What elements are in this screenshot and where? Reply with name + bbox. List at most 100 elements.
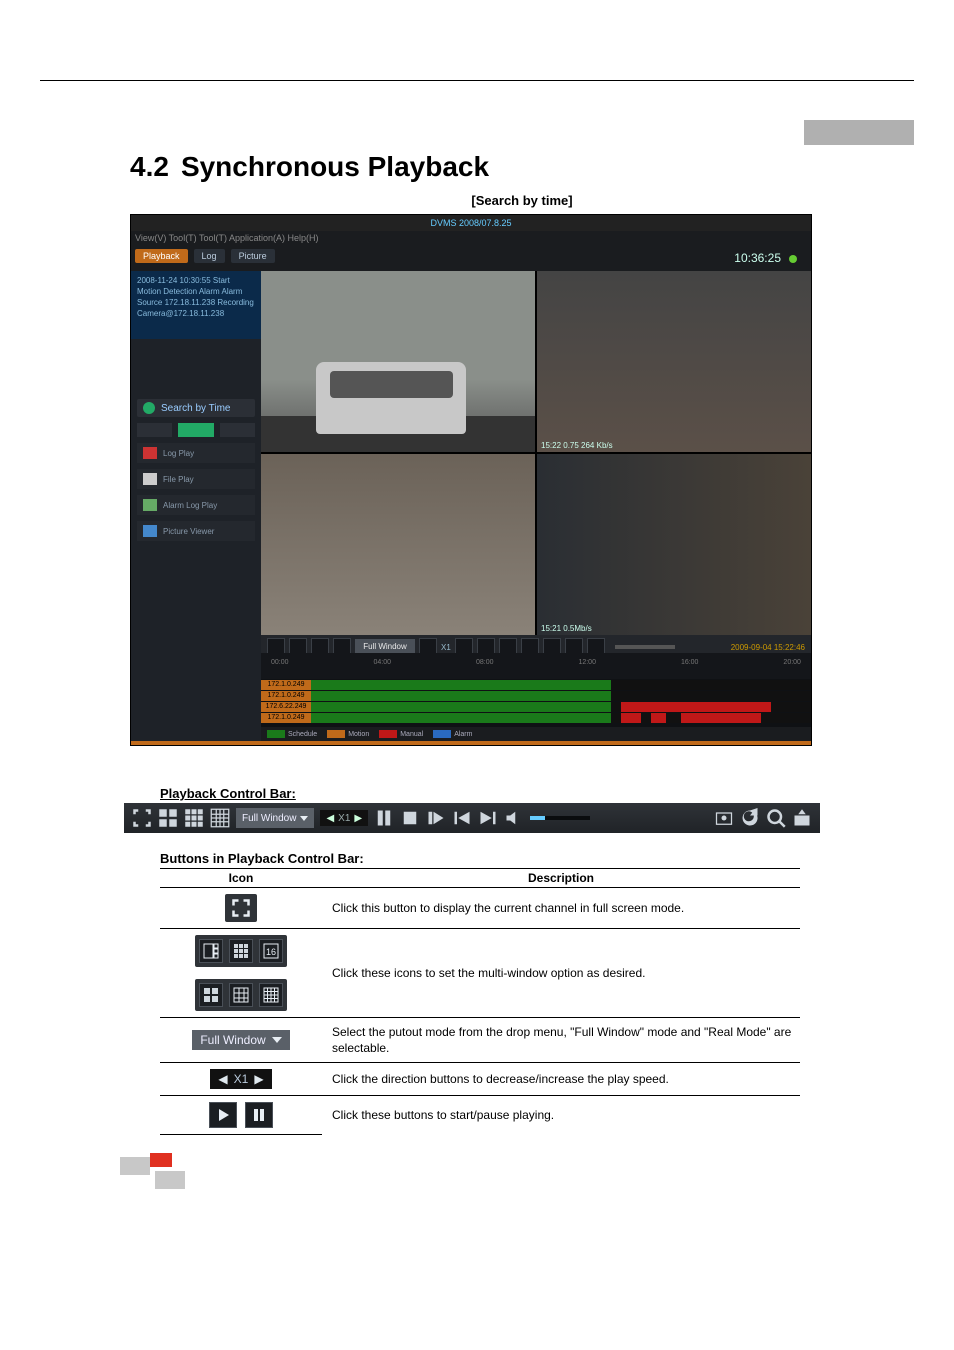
footer-marks bbox=[0, 1145, 954, 1195]
fullwindow-label: Full Window bbox=[200, 1033, 265, 1047]
app-tabs: Playback Log Picture bbox=[135, 249, 275, 263]
section-title: Synchronous Playback bbox=[181, 151, 489, 182]
arrow-right-icon[interactable]: ▶ bbox=[254, 1072, 263, 1086]
track-label: 172.1.0.249 bbox=[261, 691, 311, 701]
legend-label: Manual bbox=[400, 731, 423, 738]
app-menubar: View(V) Tool(T) Tool(T) Application(A) H… bbox=[135, 233, 319, 243]
play-pause-buttons bbox=[209, 1102, 273, 1128]
camera-grid: 15:22 0.75 264 Kb/s 15:21 0.5Mb/s bbox=[261, 271, 811, 635]
tick: 20:00 bbox=[783, 659, 801, 679]
sidebar-search-by-time[interactable]: Search by Time bbox=[137, 399, 255, 417]
row-desc: Click this button to display the current… bbox=[322, 888, 800, 929]
skip-start-icon[interactable] bbox=[452, 808, 472, 828]
ruler-now-label: 2009-09-04 15:22:46 bbox=[731, 643, 805, 652]
page-icon bbox=[143, 447, 157, 459]
legend-swatch bbox=[267, 730, 285, 738]
tick: 04:00 bbox=[373, 659, 391, 679]
sidebar-item-label: Picture Viewer bbox=[163, 527, 214, 536]
tab-log[interactable]: Log bbox=[194, 249, 225, 263]
camera-overlay: 15:22 0.75 264 Kb/s bbox=[541, 441, 613, 450]
globe-icon bbox=[143, 402, 155, 414]
sidebar-item-pictureviewer[interactable]: Picture Viewer bbox=[137, 521, 255, 541]
volume-slider[interactable] bbox=[530, 816, 590, 820]
tick: 08:00 bbox=[476, 659, 494, 679]
arrow-left-icon[interactable]: ◀ bbox=[326, 813, 334, 824]
footer-red-block bbox=[150, 1153, 172, 1167]
multiscreen-icons-row2 bbox=[195, 979, 287, 1011]
zoom-icon[interactable] bbox=[766, 808, 786, 828]
mute-icon[interactable] bbox=[504, 808, 524, 828]
page-icon bbox=[143, 499, 157, 511]
pause-icon[interactable] bbox=[245, 1102, 273, 1128]
sidebar-mini-buttons bbox=[137, 423, 255, 437]
sidebar-item-logplay[interactable]: Log Play bbox=[137, 443, 255, 463]
fullscreen-icon[interactable] bbox=[132, 808, 152, 828]
sidebar-event-text: 2008-11-24 10:30:55 Start Motion Detecti… bbox=[131, 271, 261, 339]
row-desc: Select the putout mode from the drop men… bbox=[322, 1018, 800, 1063]
track-label: 172.1.0.249 bbox=[261, 713, 311, 723]
speed-control[interactable]: ◀ X1 ▶ bbox=[320, 810, 368, 826]
layout-4x4-icon[interactable] bbox=[259, 983, 283, 1007]
arrow-left-icon[interactable]: ◀ bbox=[218, 1072, 227, 1086]
camera-1[interactable] bbox=[261, 271, 535, 452]
speed-label: X1 bbox=[338, 813, 350, 824]
section-heading: 4.2Synchronous Playback bbox=[130, 151, 914, 183]
stop-icon[interactable] bbox=[400, 808, 420, 828]
arrow-right-icon[interactable]: ▶ bbox=[354, 813, 362, 824]
pause-icon[interactable] bbox=[374, 808, 394, 828]
speed-control[interactable]: ◀ X1 ▶ bbox=[210, 1069, 271, 1089]
sidebar-item-label: File Play bbox=[163, 475, 194, 484]
sidebar-item-alarmlogplay[interactable]: Alarm Log Play bbox=[137, 495, 255, 515]
layout-1-3-icon[interactable] bbox=[199, 939, 223, 963]
play-icon[interactable] bbox=[209, 1102, 237, 1128]
row-desc: Click the direction buttons to decrease/… bbox=[322, 1063, 800, 1096]
table-row: Full Window Select the putout mode from … bbox=[160, 1018, 800, 1063]
th-description: Description bbox=[322, 869, 800, 888]
sidebar-item-label: Log Play bbox=[163, 449, 194, 458]
page-icon bbox=[143, 525, 157, 537]
timeline-tracks: 172.1.0.249 172.1.0.249 172.6.22.249 172… bbox=[261, 679, 811, 727]
app-sidebar: 2008-11-24 10:30:55 Start Motion Detecti… bbox=[131, 271, 261, 745]
sidebar-item-fileplay[interactable]: File Play bbox=[137, 469, 255, 489]
layout-3x3b-icon[interactable] bbox=[229, 983, 253, 1007]
legend-swatch bbox=[433, 730, 451, 738]
export-icon[interactable] bbox=[792, 808, 812, 828]
grid9-icon[interactable] bbox=[184, 808, 204, 828]
snapshot-icon[interactable] bbox=[714, 808, 734, 828]
buttons-table: Icon Description Click this button to di… bbox=[160, 868, 800, 1135]
grid4-icon[interactable] bbox=[158, 808, 178, 828]
svg-text:16: 16 bbox=[266, 947, 276, 957]
app-clock: 10:36:25 bbox=[734, 251, 781, 265]
fullscreen-icon[interactable] bbox=[225, 894, 257, 922]
timeline-ruler: 00:00 04:00 08:00 12:00 16:00 20:00 bbox=[261, 653, 811, 679]
fullwindow-label: Full Window bbox=[242, 813, 296, 824]
layout-2x2-icon[interactable] bbox=[199, 983, 223, 1007]
grid16-icon[interactable] bbox=[210, 808, 230, 828]
status-dot bbox=[789, 255, 797, 263]
legend-label: Schedule bbox=[288, 731, 317, 738]
app-window-title: DVMS 2008/07.8.25 bbox=[131, 215, 811, 231]
chevron-down-icon bbox=[272, 1037, 282, 1043]
camera-3[interactable] bbox=[261, 454, 535, 635]
row-desc: Click these icons to set the multi-windo… bbox=[322, 929, 800, 1018]
screenshot-dvms: DVMS 2008/07.8.25 View(V) Tool(T) Tool(T… bbox=[130, 214, 812, 746]
playback-bar-heading: Playback Control Bar: bbox=[160, 786, 914, 801]
layout-16-icon[interactable]: 16 bbox=[259, 939, 283, 963]
tab-picture[interactable]: Picture bbox=[231, 249, 275, 263]
row-desc: Click these buttons to start/pause playi… bbox=[322, 1096, 800, 1135]
legend-label: Motion bbox=[348, 731, 369, 738]
multiscreen-icons-row1: 16 bbox=[195, 935, 287, 967]
fullwindow-dropdown[interactable]: Full Window bbox=[192, 1030, 289, 1050]
layout-3x3-icon[interactable] bbox=[229, 939, 253, 963]
camera-2[interactable]: 15:22 0.75 264 Kb/s bbox=[537, 271, 811, 452]
table-row: Click these buttons to start/pause playi… bbox=[160, 1096, 800, 1135]
frame-forward-icon[interactable] bbox=[426, 808, 446, 828]
legend-swatch bbox=[379, 730, 397, 738]
page-icon bbox=[143, 473, 157, 485]
camera-4[interactable]: 15:21 0.5Mb/s bbox=[537, 454, 811, 635]
refresh-icon[interactable] bbox=[740, 808, 760, 828]
skip-end-icon[interactable] bbox=[478, 808, 498, 828]
tab-playback[interactable]: Playback bbox=[135, 249, 188, 263]
fullwindow-dropdown[interactable]: Full Window bbox=[236, 808, 314, 828]
volume-slider[interactable] bbox=[615, 645, 675, 649]
